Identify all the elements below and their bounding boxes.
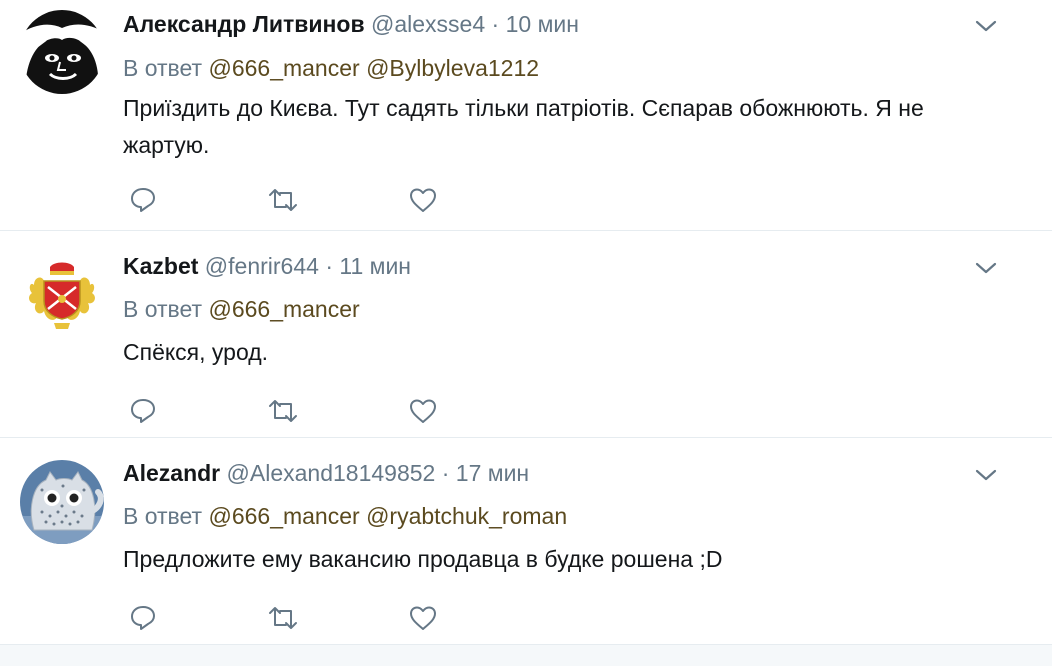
reply-context: В ответ @666_mancer @Bylbyleva1212 (123, 52, 539, 84)
more-options-button[interactable] (974, 16, 998, 36)
retweet-icon (269, 607, 297, 629)
tweet-text: Предложите ему вакансию продавца в будке… (123, 546, 723, 572)
reply-button[interactable] (123, 391, 163, 431)
reply-context: В ответ @666_mancer (123, 293, 360, 325)
heart-icon (410, 606, 436, 630)
separator-dot: · (325, 253, 333, 279)
tweet[interactable]: Александр Литвинов @alexsse4 · 10 мин В … (0, 0, 1052, 231)
tweet-header: Александр Литвинов @alexsse4 · 10 мин (123, 8, 579, 40)
reply-prefix: В ответ (123, 55, 203, 81)
tweet[interactable]: Kazbet @fenrir644 · 11 мин В ответ @666_… (0, 231, 1052, 438)
tweet[interactable]: Alezandr @Alexand18149852 · 17 мин В отв… (0, 438, 1052, 645)
feed-bottom-divider (0, 645, 1052, 666)
retweet-button[interactable] (263, 598, 303, 638)
like-button[interactable] (403, 598, 443, 638)
reply-icon (131, 606, 155, 630)
more-options-button[interactable] (974, 465, 998, 485)
author-username[interactable]: @fenrir644 (205, 253, 319, 279)
reply-prefix: В ответ (123, 503, 203, 529)
like-button[interactable] (403, 391, 443, 431)
retweet-icon (269, 189, 297, 211)
retweet-button[interactable] (263, 391, 303, 431)
reply-context: В ответ @666_mancer @ryabtchuk_roman (123, 500, 567, 532)
avatar[interactable] (20, 10, 104, 94)
separator-dot: · (491, 11, 500, 37)
chevron-down-icon (975, 469, 997, 481)
mention-link[interactable]: @ryabtchuk_roman (366, 503, 567, 529)
tweet-timestamp[interactable]: 11 мин (339, 253, 411, 279)
tweet-header: Kazbet @fenrir644 · 11 мин (123, 250, 411, 282)
separator-dot: · (441, 460, 450, 486)
author-username[interactable]: @Alexand18149852 (227, 460, 436, 486)
heart-icon (410, 399, 436, 423)
black-white-portrait-avatar (20, 10, 104, 94)
tweet-text: Спёкся, урод. (123, 339, 269, 365)
retweet-button[interactable] (263, 180, 303, 220)
author-fullname[interactable]: Александр Литвинов (123, 11, 365, 37)
avatar[interactable] (20, 253, 104, 337)
mention-link[interactable]: @Bylbyleva1212 (366, 55, 539, 81)
tweet-timestamp[interactable]: 10 мин (506, 11, 579, 37)
chevron-down-icon (975, 20, 997, 32)
avatar[interactable] (20, 460, 104, 544)
retweet-icon (269, 400, 297, 422)
tweet-timestamp[interactable]: 17 мин (456, 460, 529, 486)
tweet-text: Приїздить до Києва. Тут садять тільки па… (123, 95, 924, 158)
reply-button[interactable] (123, 180, 163, 220)
reply-icon (131, 188, 155, 212)
reply-icon (131, 399, 155, 423)
mention-link[interactable]: @666_mancer (208, 503, 359, 529)
chevron-down-icon (975, 262, 997, 274)
author-fullname[interactable]: Kazbet (123, 253, 198, 279)
more-options-button[interactable] (974, 258, 998, 278)
coat-of-arms-avatar (20, 253, 104, 337)
tweet-header: Alezandr @Alexand18149852 · 17 мин (123, 457, 529, 489)
mention-link[interactable]: @666_mancer (208, 55, 359, 81)
author-fullname[interactable]: Alezandr (123, 460, 220, 486)
like-button[interactable] (403, 180, 443, 220)
reply-button[interactable] (123, 598, 163, 638)
author-username[interactable]: @alexsse4 (371, 11, 485, 37)
mention-link[interactable]: @666_mancer (208, 296, 359, 322)
heart-icon (410, 188, 436, 212)
replies-feed: Александр Литвинов @alexsse4 · 10 мин В … (0, 0, 1052, 666)
knitted-owl-avatar (20, 460, 104, 544)
reply-prefix: В ответ (123, 296, 203, 322)
